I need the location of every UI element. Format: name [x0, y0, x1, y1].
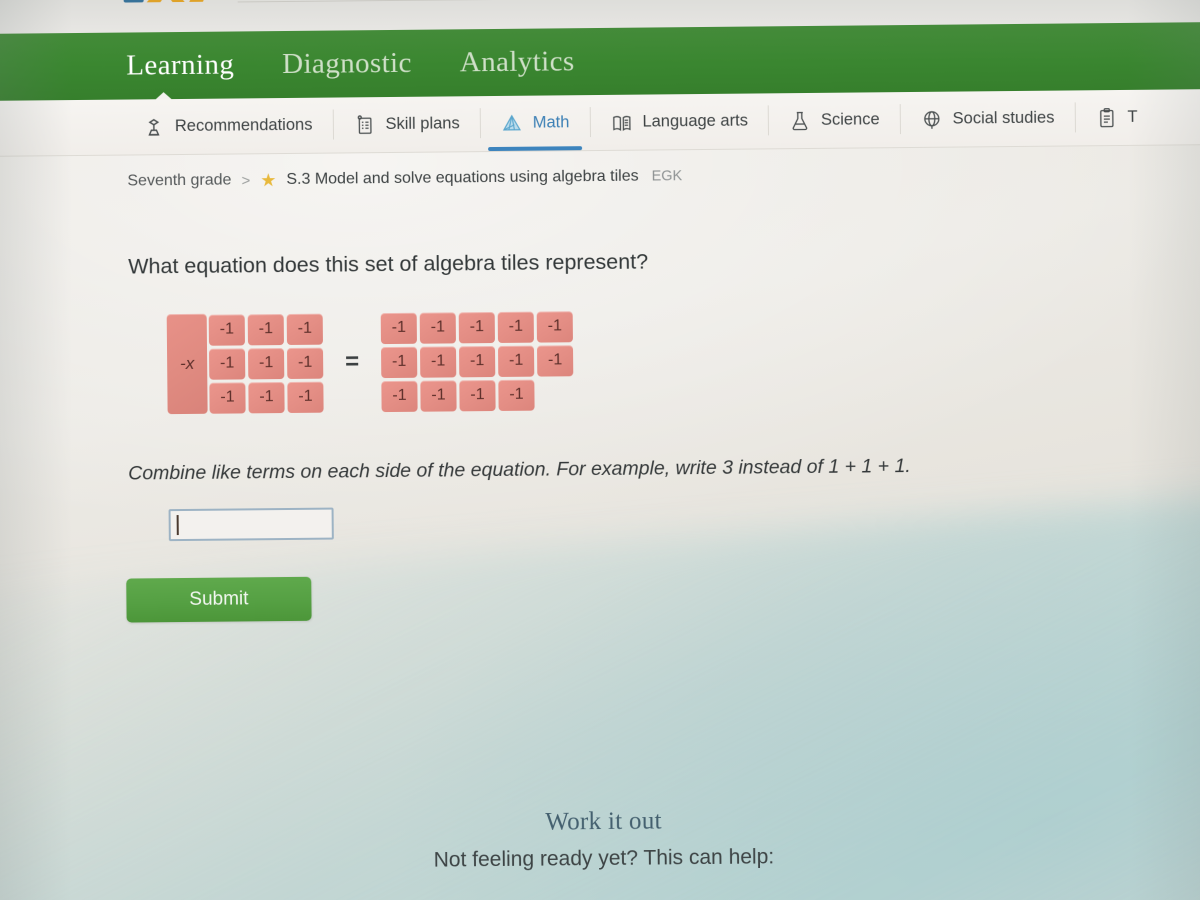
unit-tile: -1 — [420, 345, 457, 378]
unit-tile: -1 — [458, 311, 495, 343]
unit-tile: -1 — [287, 347, 324, 379]
breadcrumb-grade[interactable]: Seventh grade — [127, 172, 231, 191]
skill-plans-icon — [357, 114, 372, 134]
global-nav-bar: Learning Diagnostic Analytics — [0, 21, 1200, 102]
unit-tile: -1 — [208, 313, 245, 346]
unit-tile: -1 — [248, 347, 285, 379]
unit-tile: -1 — [537, 344, 574, 377]
subject-nav-item-recommendations[interactable]: Recommendations — [122, 98, 333, 155]
global-nav-item-diagnostic[interactable]: Diagnostic — [282, 47, 412, 81]
unit-tile-row: -1 -1 -1 — [208, 313, 323, 346]
subject-nav-item-language-arts[interactable]: Language arts — [589, 93, 768, 150]
subject-nav-active-underline — [487, 146, 582, 152]
recommendations-icon — [148, 118, 160, 136]
breadcrumb-skill-title: S.3 Model and solve equations using alge… — [286, 167, 639, 188]
algebra-tiles-left-side: -x -1 -1 -1 -1 -1 -1 -1 -1 -1 — [166, 313, 324, 415]
breadcrumb: Seventh grade > ★ S.3 Model and solve eq… — [127, 167, 683, 191]
work-it-out-section: Work it out Not feeling ready yet? This … — [3, 802, 1200, 877]
browser-viewport: Learning Diagnostic Analytics Recommenda… — [0, 0, 1200, 900]
submit-button[interactable]: Submit — [126, 576, 312, 623]
unit-tile: -1 — [380, 312, 417, 344]
global-nav-item-analytics[interactable]: Analytics — [460, 45, 575, 79]
answer-field[interactable] — [178, 513, 332, 536]
open-book-icon — [612, 115, 631, 131]
subject-nav-item-science[interactable]: Science — [768, 92, 900, 148]
unit-tile: -1 — [286, 313, 323, 345]
unit-tile: -1 — [536, 310, 573, 343]
star-icon[interactable]: ★ — [260, 170, 276, 190]
unit-tile: -1 — [498, 379, 535, 411]
work-it-out-title: Work it out — [545, 807, 662, 836]
unit-tile: -1 — [498, 345, 535, 377]
breadcrumb-separator: > — [241, 171, 251, 189]
screenshot-page: Learning Diagnostic Analytics Recommenda… — [0, 0, 1200, 900]
subject-nav-label: T — [1127, 107, 1138, 126]
ixl-logo-square — [123, 0, 144, 3]
unit-tile: -1 — [381, 380, 418, 412]
unit-tile-row: -1 -1 -1 -1 -1 — [380, 310, 573, 344]
answer-input[interactable] — [168, 507, 334, 542]
math-pyramid-icon — [502, 114, 521, 131]
subject-nav-label: Social studies — [952, 108, 1055, 128]
unit-tile: -1 — [459, 379, 496, 411]
subject-nav-label: Math — [532, 113, 570, 132]
algebra-tiles-right-side: -1 -1 -1 -1 -1 -1 -1 -1 -1 -1 -1 -1 -1 -… — [380, 310, 574, 412]
algebra-tiles-figure: -x -1 -1 -1 -1 -1 -1 -1 -1 -1 = -1 -1 -1… — [166, 310, 574, 415]
unit-tile: -1 — [209, 381, 246, 414]
clipboard-icon — [1099, 107, 1114, 127]
unit-tile: -1 — [248, 381, 285, 413]
variable-tile-negative-x: -x — [166, 313, 208, 415]
unit-tile: -1 — [459, 345, 496, 377]
subject-nav-label: Recommendations — [174, 115, 313, 136]
subject-nav-item-skill-plans[interactable]: Skill plans — [332, 96, 480, 152]
globe-icon — [923, 110, 940, 129]
unit-tile: -1 — [419, 311, 456, 344]
ixl-logo-wordmark — [146, 0, 222, 2]
question-prompt: What equation does this set of algebra t… — [128, 249, 649, 279]
subject-nav-label: Language arts — [642, 111, 749, 131]
unit-tile-row: -1 -1 -1 — [209, 347, 324, 380]
subject-nav-item-social-studies[interactable]: Social studies — [899, 90, 1074, 147]
breadcrumb-skill-code: EGK — [651, 168, 683, 185]
combine-like-terms-hint: Combine like terms on each side of the e… — [128, 455, 911, 485]
subject-nav-bar: Recommendations Skill plans Math Languag… — [0, 88, 1200, 158]
global-nav-item-learning[interactable]: Learning — [126, 48, 234, 82]
unit-tile: -1 — [247, 313, 284, 345]
flask-icon — [792, 111, 808, 130]
work-it-out-subtitle: Not feeling ready yet? This can help: — [433, 845, 775, 872]
subject-nav-label: Science — [820, 110, 880, 129]
unit-tile-row: -1 -1 -1 -1 -1 — [381, 344, 574, 378]
unit-tile-row: -1 -1 -1 — [209, 381, 324, 414]
equals-sign: = — [345, 348, 360, 376]
ixl-logo[interactable] — [123, 0, 222, 3]
unit-tile: -1 — [497, 311, 534, 343]
unit-tile: -1 — [381, 346, 418, 378]
unit-tile-row: -1 -1 -1 -1 — [381, 379, 573, 412]
subject-nav-item-math[interactable]: Math — [479, 95, 589, 152]
unit-tile: -1 — [420, 379, 457, 412]
browser-strip-divider — [237, 0, 1168, 3]
unit-tile: -1 — [209, 347, 246, 380]
subject-nav-label: Skill plans — [385, 114, 460, 134]
unit-tile-grid-right: -1 -1 -1 -1 -1 -1 -1 -1 -1 -1 -1 -1 -1 -… — [380, 310, 574, 412]
unit-tile-grid-left: -1 -1 -1 -1 -1 -1 -1 -1 -1 — [208, 313, 324, 414]
subject-nav-item-tests[interactable]: T — [1074, 90, 1158, 146]
unit-tile: -1 — [287, 381, 324, 413]
